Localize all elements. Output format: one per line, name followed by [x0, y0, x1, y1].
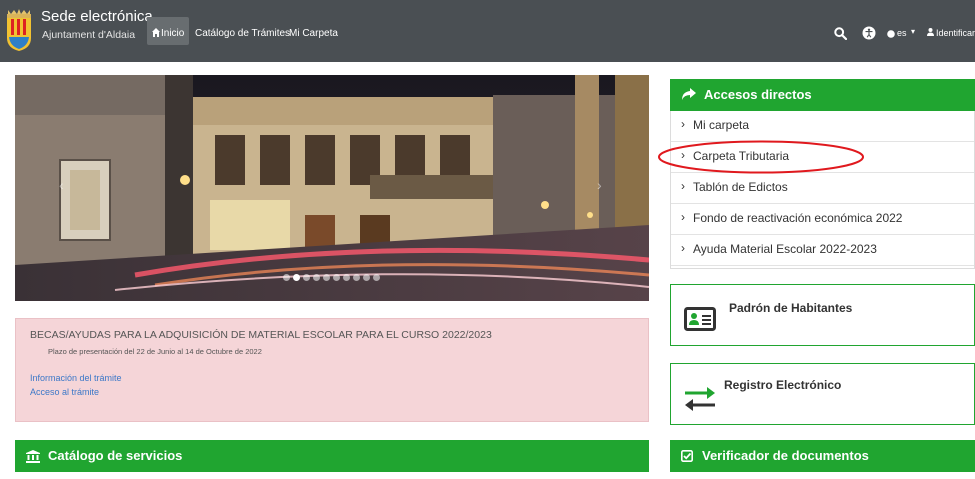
carousel-dot[interactable] — [353, 274, 360, 281]
carousel-dot[interactable] — [343, 274, 350, 281]
quick-access-header: Accesos directos — [670, 79, 975, 111]
chevron-right-icon: › — [681, 210, 685, 224]
quick-access-item-label[interactable]: Mi carpeta — [693, 118, 749, 132]
quick-access-item[interactable]: › Mi carpeta — [671, 111, 974, 142]
city-shield-logo[interactable] — [6, 8, 32, 52]
language-selector[interactable]: es — [897, 28, 907, 38]
procedure-access-link[interactable]: Acceso al trámite — [30, 387, 99, 397]
carousel-next-icon[interactable]: › — [597, 177, 602, 193]
carousel-indicators — [283, 274, 380, 281]
notice-box: BECAS/AYUDAS PARA LA ADQUISICIÓN DE MATE… — [15, 318, 649, 422]
carousel-dot[interactable] — [373, 274, 380, 281]
quick-access-item[interactable]: › Fondo de reactivación económica 2022 — [671, 204, 974, 235]
user-icon[interactable] — [927, 28, 934, 36]
notice-deadline: Plazo de presentación del 22 de Junio al… — [48, 347, 262, 356]
carousel-prev-icon[interactable]: ‹ — [59, 177, 64, 193]
notice-title: BECAS/AYUDAS PARA LA ADQUISICIÓN DE MATE… — [30, 329, 492, 341]
catalog-panel-header[interactable]: Catálogo de servicios — [15, 440, 649, 472]
carousel-dot[interactable] — [313, 274, 320, 281]
padron-habitantes-box[interactable]: Padrón de Habitantes — [670, 284, 975, 346]
chevron-right-icon: › — [681, 148, 685, 162]
quick-access-item-label[interactable]: Carpeta Tributaria — [693, 149, 789, 163]
night-street-photo — [15, 75, 649, 301]
chevron-down-icon[interactable]: ▾ — [911, 27, 915, 36]
quick-access-item[interactable]: › Carpeta Tributaria — [671, 142, 974, 173]
brand-title[interactable]: Sede electrónica — [41, 8, 153, 25]
chevron-right-icon: › — [681, 241, 685, 255]
carousel-dot[interactable] — [283, 274, 290, 281]
chevron-right-icon: › — [681, 179, 685, 193]
carousel-dot[interactable] — [333, 274, 340, 281]
login-link[interactable]: Identificar — [936, 28, 975, 38]
quick-access-item-label[interactable]: Fondo de reactivación económica 2022 — [693, 211, 902, 225]
image-carousel[interactable]: ‹ › — [15, 75, 649, 301]
quick-access-item-label[interactable]: Ayuda Material Escolar 2022-2023 — [693, 242, 877, 256]
check-square-icon — [681, 450, 693, 462]
quick-access-item-label[interactable]: Tablón de Edictos — [693, 180, 788, 194]
carousel-dot[interactable] — [363, 274, 370, 281]
brand-subtitle[interactable]: Ajuntament d'Aldaia — [42, 29, 135, 41]
carousel-dot[interactable] — [293, 274, 300, 281]
padron-habitantes-label[interactable]: Padrón de Habitantes — [729, 301, 852, 315]
accessibility-icon[interactable] — [862, 26, 876, 40]
institution-icon — [26, 450, 40, 463]
home-icon — [152, 28, 160, 37]
document-verifier-header[interactable]: Verificador de documentos — [670, 440, 975, 472]
chevron-right-icon: › — [681, 117, 685, 131]
quick-access-item[interactable]: › Ayuda Material Escolar 2022-2023 — [671, 235, 974, 266]
search-icon[interactable] — [834, 27, 847, 40]
carousel-dot[interactable] — [323, 274, 330, 281]
id-card-icon — [684, 307, 716, 331]
quick-access-item[interactable]: › Tablón de Edictos — [671, 173, 974, 204]
document-verifier-title: Verificador de documentos — [702, 448, 869, 463]
share-arrow-icon — [682, 88, 696, 100]
registro-electronico-box[interactable]: Registro Electrónico — [670, 363, 975, 425]
procedure-info-link[interactable]: Información del trámite — [30, 373, 122, 383]
nav-label-inicio[interactable]: Inicio — [161, 28, 184, 39]
quick-access-title: Accesos directos — [704, 87, 812, 102]
globe-icon[interactable] — [887, 30, 895, 38]
registro-electronico-label[interactable]: Registro Electrónico — [724, 378, 841, 392]
nav-item-catalogo-tramites[interactable]: Catálogo de Trámites — [195, 28, 290, 39]
nav-item-mi-carpeta[interactable]: Mi Carpeta — [289, 28, 338, 39]
transfer-arrows-icon — [685, 387, 715, 411]
top-navbar: Sede electrónica Ajuntament d'Aldaia Ini… — [0, 0, 975, 62]
catalog-title: Catálogo de servicios — [48, 448, 183, 463]
carousel-dot[interactable] — [303, 274, 310, 281]
